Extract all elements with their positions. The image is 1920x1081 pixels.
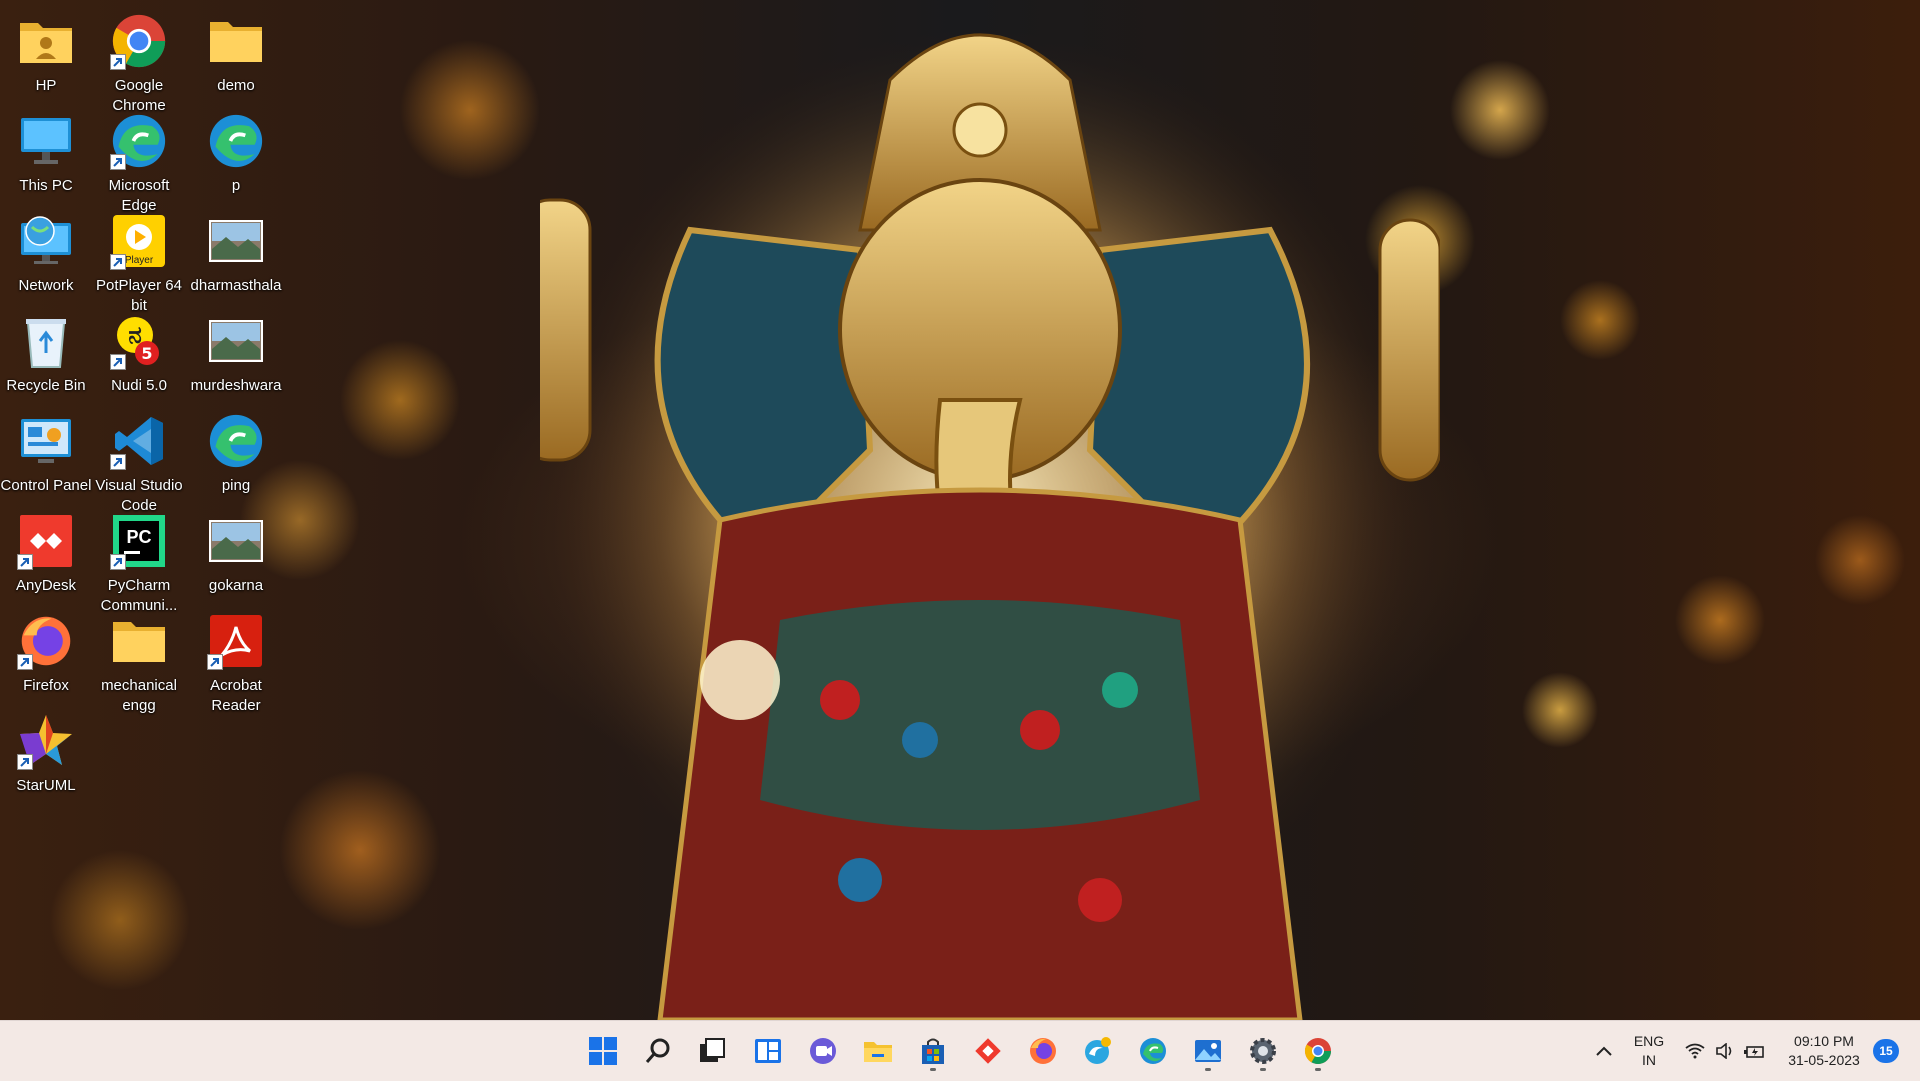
- edge-icon[interactable]: [1131, 1029, 1175, 1073]
- edge-beta-icon[interactable]: [1076, 1029, 1120, 1073]
- desktop-icon-label: StarUML: [16, 777, 76, 794]
- desktop-icon-label: gokarna: [208, 577, 264, 594]
- chrome-icon: [110, 12, 168, 70]
- microsoft-store-icon[interactable]: [911, 1029, 955, 1073]
- desktop-icon-label: Acrobat Reader: [210, 677, 262, 714]
- language-indicator[interactable]: ENG IN: [1627, 1032, 1671, 1070]
- desktop-icon-label: ping: [221, 477, 251, 494]
- teams-chat-icon[interactable]: [801, 1029, 845, 1073]
- monitor-icon: [17, 112, 75, 170]
- show-hidden-icons-chevron-icon[interactable]: [1584, 1029, 1624, 1073]
- desktop-icon-label: Control Panel: [0, 477, 92, 494]
- acrobat-icon: [207, 612, 265, 670]
- desktop-icon-mechanical-engg[interactable]: mechanical engg: [93, 606, 185, 724]
- control-panel-icon: [17, 412, 75, 470]
- widgets-icon[interactable]: [746, 1029, 790, 1073]
- desktop-icon-label: mechanical engg: [101, 677, 177, 714]
- shortcut-arrow-icon: [110, 254, 126, 270]
- desktop-icon-staruml[interactable]: StarUML: [0, 706, 92, 824]
- folder-icon: [207, 12, 265, 70]
- notification-badge[interactable]: 15: [1873, 1039, 1899, 1063]
- desktop-icon-label: p: [231, 177, 241, 194]
- clock-time: 09:10 PM: [1794, 1033, 1854, 1049]
- desktop-icon-label: Nudi 5.0: [111, 377, 167, 394]
- nudi-icon: ನ5: [110, 312, 168, 370]
- language-code: ENG: [1633, 1033, 1665, 1049]
- anydesk-icon: [17, 512, 75, 570]
- desktop-icon-label: dharmasthala: [190, 277, 282, 294]
- svg-text:PC: PC: [126, 527, 151, 547]
- desktop-icon-label: This PC: [19, 177, 73, 194]
- image-thumbnail-icon: [207, 212, 265, 270]
- clock[interactable]: 09:10 PM 31-05-2023: [1779, 1032, 1869, 1070]
- svg-text:Player: Player: [125, 255, 154, 266]
- ganesha-wallpaper-image: [540, 30, 1440, 1020]
- start-icon[interactable]: [581, 1029, 625, 1073]
- folder-icon: [110, 612, 168, 670]
- vscode-icon: [110, 412, 168, 470]
- recycle-bin-icon: [17, 312, 75, 370]
- desktop-icon-label: Recycle Bin: [6, 377, 86, 394]
- search-icon[interactable]: [636, 1029, 680, 1073]
- shortcut-arrow-icon: [110, 554, 126, 570]
- photos-icon[interactable]: [1186, 1029, 1230, 1073]
- battery-icon[interactable]: [1735, 1029, 1775, 1073]
- shortcut-arrow-icon: [17, 754, 33, 770]
- region-code: IN: [1642, 1052, 1656, 1068]
- desktop-icon-acrobat-reader[interactable]: Acrobat Reader: [190, 606, 282, 724]
- desktop-wallpaper: HP Google Chrome demo This PC Microsoft Edge…: [0, 0, 1920, 1020]
- desktop-icon-label: Firefox: [23, 677, 69, 694]
- desktop-icon-label: demo: [217, 77, 255, 94]
- desktop-icon-label: murdeshwara: [190, 377, 282, 394]
- potplayer-icon: Player: [110, 212, 168, 270]
- pycharm-icon: PC: [110, 512, 168, 570]
- edge-icon: [207, 412, 265, 470]
- desktop-icon-label: HP: [35, 77, 57, 94]
- shortcut-arrow-icon: [110, 354, 126, 370]
- task-view-icon[interactable]: [690, 1029, 734, 1073]
- shortcut-arrow-icon: [17, 554, 33, 570]
- shortcut-arrow-icon: [110, 154, 126, 170]
- image-thumbnail-icon: [207, 512, 265, 570]
- svg-text:5: 5: [141, 344, 152, 363]
- anydesk-icon[interactable]: [966, 1029, 1010, 1073]
- desktop-icon-label: Network: [18, 277, 74, 294]
- user-folder-icon: [17, 12, 75, 70]
- desktop-icon-label: AnyDesk: [15, 577, 77, 594]
- firefox-icon[interactable]: [1021, 1029, 1065, 1073]
- firefox-icon: [17, 612, 75, 670]
- shortcut-arrow-icon: [110, 454, 126, 470]
- chrome-icon[interactable]: [1296, 1029, 1340, 1073]
- clock-date: 31-05-2023: [1788, 1052, 1860, 1068]
- staruml-icon: [17, 712, 75, 770]
- taskbar: ENG IN 09:10 PM 31-05-2023: [0, 1020, 1920, 1081]
- edge-icon: [207, 112, 265, 170]
- shortcut-arrow-icon: [207, 654, 223, 670]
- image-thumbnail-icon: [207, 312, 265, 370]
- file-explorer-icon[interactable]: [856, 1029, 900, 1073]
- shortcut-arrow-icon: [17, 654, 33, 670]
- edge-icon: [110, 112, 168, 170]
- shortcut-arrow-icon: [110, 54, 126, 70]
- settings-icon[interactable]: [1241, 1029, 1285, 1073]
- network-icon: [17, 212, 75, 270]
